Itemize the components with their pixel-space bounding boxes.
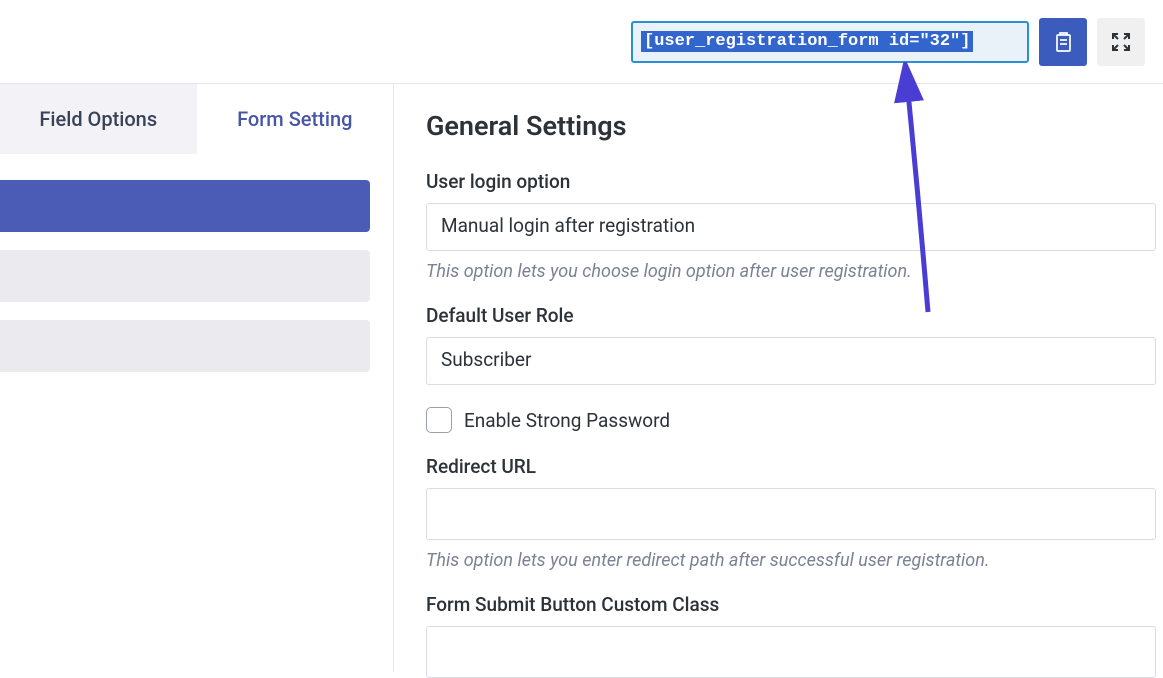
- main-container: Field Options Form Setting General Setti…: [0, 84, 1163, 672]
- form-group-strong-password: Enable Strong Password: [426, 407, 1163, 433]
- copy-button[interactable]: [1039, 18, 1087, 66]
- redirect-url-help: This option lets you enter redirect path…: [426, 550, 1163, 571]
- tab-form-setting[interactable]: Form Setting: [197, 84, 394, 154]
- user-login-help: This option lets you choose login option…: [426, 261, 1163, 282]
- sidebar-item[interactable]: [0, 320, 370, 372]
- tabs: Field Options Form Setting: [0, 84, 393, 154]
- form-group-default-role: Default User Role Subscriber: [426, 304, 1163, 385]
- form-group-redirect-url: Redirect URL This option lets you enter …: [426, 455, 1163, 571]
- redirect-url-input[interactable]: [426, 488, 1156, 540]
- content-panel: General Settings User login option Manua…: [393, 84, 1163, 672]
- form-group-user-login: User login option Manual login after reg…: [426, 170, 1163, 282]
- tab-field-options[interactable]: Field Options: [0, 84, 197, 154]
- user-login-label: User login option: [426, 170, 1163, 193]
- sidebar: Field Options Form Setting: [0, 84, 393, 672]
- fullscreen-button[interactable]: [1097, 18, 1145, 66]
- top-bar: [user_registration_form id="32"]: [0, 0, 1163, 84]
- strong-password-checkbox[interactable]: [426, 407, 452, 433]
- submit-class-input[interactable]: [426, 626, 1156, 678]
- default-role-label: Default User Role: [426, 304, 1163, 327]
- shortcode-input[interactable]: [user_registration_form id="32"]: [631, 21, 1029, 63]
- sidebar-item[interactable]: [0, 250, 370, 302]
- sidebar-item-active[interactable]: [0, 180, 370, 232]
- default-role-select[interactable]: Subscriber: [426, 337, 1156, 385]
- strong-password-label: Enable Strong Password: [464, 409, 670, 432]
- page-title: General Settings: [426, 110, 1163, 142]
- clipboard-icon: [1053, 31, 1073, 53]
- fullscreen-icon: [1111, 32, 1131, 52]
- form-group-submit-class: Form Submit Button Custom Class: [426, 593, 1163, 678]
- user-login-select[interactable]: Manual login after registration: [426, 203, 1156, 251]
- sidebar-items: [0, 154, 393, 372]
- submit-class-label: Form Submit Button Custom Class: [426, 593, 1163, 616]
- redirect-url-label: Redirect URL: [426, 455, 1163, 478]
